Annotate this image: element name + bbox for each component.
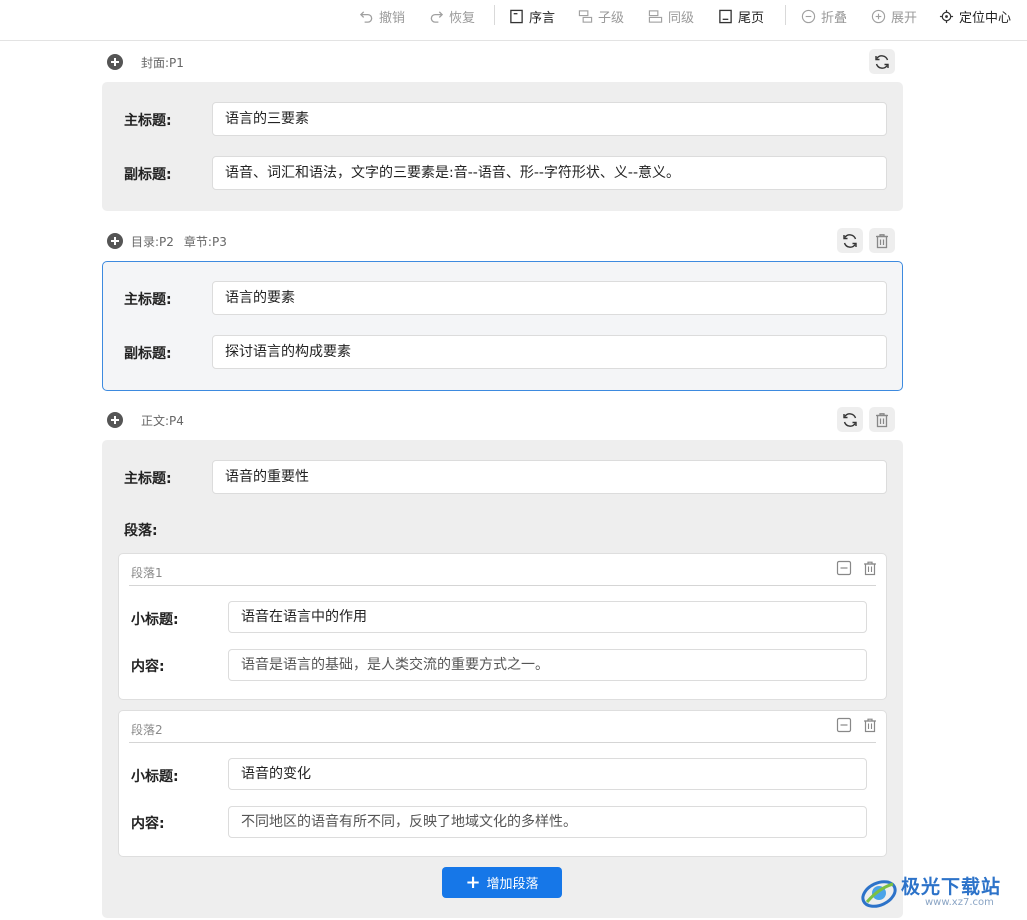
toolbar-divider [494,5,495,25]
toc-section-header: 目录:P2 章节:P3 [107,228,897,254]
watermark: 极光下载站 www.xz7.com [859,870,1019,914]
sibling-level-icon [648,9,663,23]
cover-main-title-row: 主标题: 语言的三要素 [102,102,903,136]
toc-card[interactable]: 主标题: 语言的要素 副标题: 探讨语言的构成要素 [102,261,903,391]
redo-label: 恢复 [449,10,476,26]
sub-title-label: 副标题: [124,167,172,183]
toc-sub-title-input[interactable]: 探讨语言的构成要素 [212,335,887,369]
chapter-page-label: 章节:P3 [183,234,227,249]
trash-icon[interactable] [862,717,878,733]
redo-icon [430,10,444,23]
child-level-label: 子级 [598,10,625,26]
cover-section-header: 封面:P1 [107,49,897,75]
body-page-label: 正文:P4 [141,413,184,428]
child-level-icon [578,9,593,23]
replace-layout-button[interactable] [837,407,863,432]
body-card[interactable]: 主标题: 语音的重要性 段落: 段落1 小标题: 语音在语言中的作用 内容: 语… [102,440,903,918]
tail-page-button[interactable]: 尾页 [718,7,765,26]
paragraph-1-content-input[interactable]: 语音是语言的基础，是人类交流的重要方式之一。 [228,649,867,681]
add-section-icon[interactable] [107,233,123,249]
undo-button[interactable]: 撤销 [359,7,406,26]
preface-icon [510,9,523,23]
brand-logo-icon [861,880,897,908]
watermark-url: www.xz7.com [925,897,994,908]
paragraph-card-2: 段落2 小标题: 语音的变化 内容: 不同地区的语音有所不同，反映了地域文化的多… [118,710,887,857]
content-label: 内容: [131,816,165,832]
cover-card[interactable]: 主标题: 语言的三要素 副标题: 语音、词汇和语法，文字的三要素是:音--语音、… [102,82,903,211]
delete-section-button[interactable] [869,407,895,432]
trash-icon [876,412,888,427]
body-section-header: 正文:P4 [107,407,897,433]
tail-page-label: 尾页 [738,10,765,26]
cover-main-title-input[interactable]: 语言的三要素 [212,102,887,136]
collapse-label: 折叠 [821,10,848,26]
replace-layout-button[interactable] [837,228,863,253]
paragraph-divider [129,742,876,743]
cover-sub-title-row: 副标题: 语音、词汇和语法，文字的三要素是:音--语音、形--字符形状、义--意… [102,156,903,190]
undo-label: 撤销 [379,10,406,26]
main-title-label: 主标题: [124,113,172,129]
paragraph-1-subtitle-input[interactable]: 语音在语言中的作用 [228,601,867,633]
toolbar: 撤销 恢复 序言 子级 同级 尾页 折叠 展开 定位中心 [0,0,1027,41]
content-label: 内容: [131,659,165,675]
add-section-icon[interactable] [107,412,123,428]
toc-sub-title-row: 副标题: 探讨语言的构成要素 [103,335,902,369]
refresh-icon [843,233,857,248]
paragraph-title: 段落1 [131,566,163,580]
body-main-title-row: 主标题: 语音的重要性 [102,460,903,494]
locate-center-label: 定位中心 [959,10,1012,26]
paragraph-divider [129,585,876,586]
toc-main-title-row: 主标题: 语言的要素 [103,281,902,315]
refresh-icon [843,412,857,427]
add-paragraph-button[interactable]: + 增加段落 [442,867,562,898]
plus-icon: + [465,871,481,893]
paragraph-2-subtitle-input[interactable]: 语音的变化 [228,758,867,790]
toc-main-title-input[interactable]: 语言的要素 [212,281,887,315]
child-level-button[interactable]: 子级 [578,7,625,26]
main-title-label: 主标题: [124,292,172,308]
add-section-icon[interactable] [107,54,123,70]
watermark-brand: 极光下载站 [901,876,1002,898]
undo-icon [359,10,373,23]
subtitle-label: 小标题: [131,612,179,628]
body-main-title-input[interactable]: 语音的重要性 [212,460,887,494]
locate-center-button[interactable]: 定位中心 [939,7,1012,26]
collapse-button[interactable]: 折叠 [801,7,848,26]
collapse-icon [801,9,816,23]
paragraph-title: 段落2 [131,723,163,737]
paragraphs-label: 段落: [124,523,158,539]
replace-layout-button[interactable] [869,49,895,74]
collapse-paragraph-icon[interactable] [836,560,852,576]
paragraph-2-content-input[interactable]: 不同地区的语音有所不同，反映了地域文化的多样性。 [228,806,867,838]
cover-sub-title-input[interactable]: 语音、词汇和语法，文字的三要素是:音--语音、形--字符形状、义--意义。 [212,156,887,190]
trash-icon[interactable] [862,560,878,576]
sibling-level-button[interactable]: 同级 [648,7,695,26]
sibling-level-label: 同级 [668,10,695,26]
refresh-icon [875,54,889,69]
paragraph-card-1: 段落1 小标题: 语音在语言中的作用 内容: 语音是语言的基础，是人类交流的重要… [118,553,887,700]
toc-page-label: 目录:P2 [131,234,174,249]
collapse-paragraph-icon[interactable] [836,717,852,733]
redo-button[interactable]: 恢复 [429,7,476,26]
cover-page-label: 封面:P1 [141,55,184,70]
expand-icon [871,9,886,23]
toolbar-divider [785,5,786,25]
trash-icon [876,233,888,248]
expand-label: 展开 [891,10,918,26]
expand-button[interactable]: 展开 [871,7,918,26]
add-paragraph-label: 增加段落 [486,877,539,892]
tail-page-icon [719,9,732,23]
sub-title-label: 副标题: [124,346,172,362]
main-title-label: 主标题: [124,471,172,487]
target-icon [939,9,954,23]
preface-label: 序言 [529,10,556,26]
subtitle-label: 小标题: [131,769,179,785]
delete-section-button[interactable] [869,228,895,253]
preface-button[interactable]: 序言 [509,7,556,26]
